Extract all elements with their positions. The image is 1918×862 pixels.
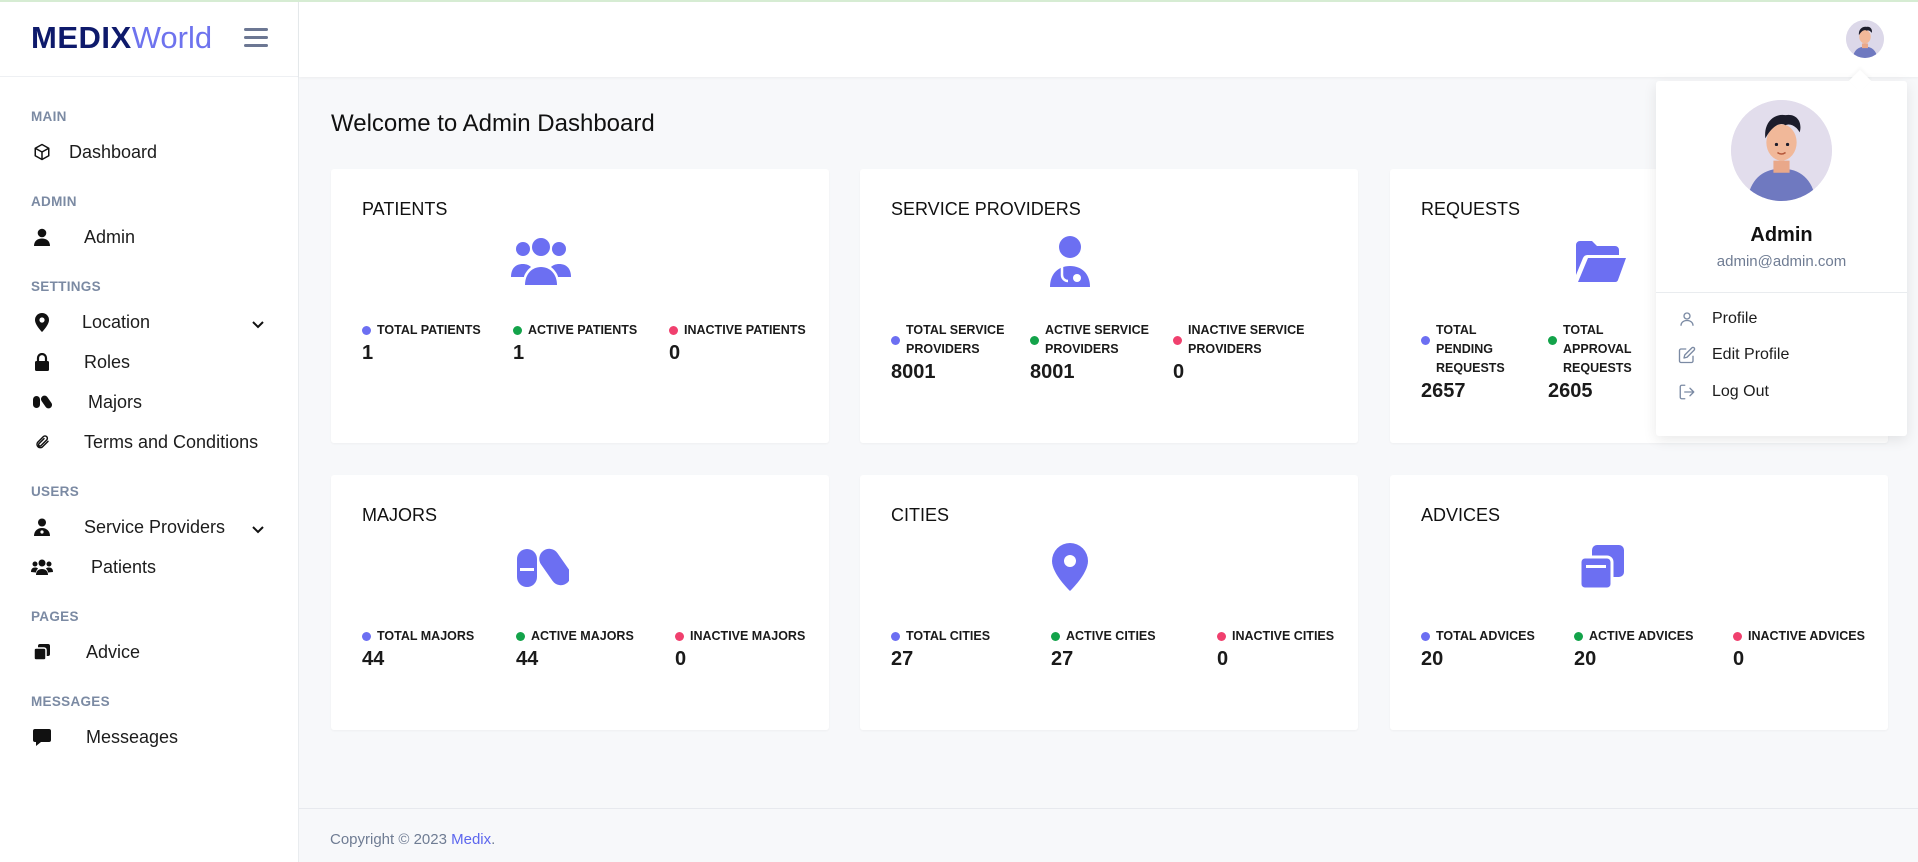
footer-link-medix[interactable]: Medix bbox=[451, 831, 491, 848]
edit-icon bbox=[1678, 346, 1698, 364]
card-title: REQUESTS bbox=[1421, 199, 1521, 219]
card-title: SERVICE PROVIDERS bbox=[891, 199, 1081, 219]
sidebar: MEDIX World MAIN Dashboard ADMIN Admin SE… bbox=[0, 0, 299, 862]
stat-active-service-providers: ACTIVE SERVICE PROVIDERS 8001 bbox=[1030, 323, 1149, 383]
pills-icon bbox=[515, 545, 575, 597]
cube-icon bbox=[31, 141, 53, 163]
pills-icon bbox=[31, 391, 53, 413]
top-accent-line bbox=[0, 0, 1918, 2]
sidebar-item-majors[interactable]: Majors bbox=[0, 382, 298, 422]
stat-total-advices: TOTAL ADVICES 20 bbox=[1421, 629, 1535, 670]
dropdown-item-label: Profile bbox=[1712, 310, 1758, 327]
profile-name: Admin bbox=[1750, 224, 1813, 246]
user-doctor-icon bbox=[1048, 235, 1108, 287]
section-pages: PAGES bbox=[31, 609, 79, 624]
section-settings: SETTINGS bbox=[31, 279, 101, 294]
sidebar-item-label: Dashboard bbox=[69, 141, 158, 162]
page-title: Welcome to Admin Dashboard bbox=[331, 110, 655, 137]
user-doctor-icon bbox=[31, 516, 53, 538]
logout-icon bbox=[1678, 383, 1698, 401]
sidebar-item-advice[interactable]: Advice bbox=[0, 632, 298, 672]
brand-light: World bbox=[131, 20, 213, 55]
sidebar-item-admin[interactable]: Admin bbox=[0, 217, 298, 257]
dropdown-item-edit-profile[interactable]: Edit Profile bbox=[1678, 340, 1888, 370]
profile-email: admin@admin.com bbox=[1716, 253, 1847, 270]
sidebar-item-label: Admin bbox=[84, 226, 136, 247]
dropdown-item-profile[interactable]: Profile bbox=[1678, 304, 1888, 334]
sidebar-item-label: Majors bbox=[88, 391, 143, 412]
profile-avatar bbox=[1731, 100, 1832, 201]
sidebar-item-label: Terms and Conditions bbox=[84, 431, 259, 452]
sidebar-menu: MAIN Dashboard ADMIN Admin SETTINGS Loca… bbox=[0, 77, 298, 757]
chevron-down-icon[interactable] bbox=[251, 519, 265, 540]
sidebar-item-messages[interactable]: Messeages bbox=[0, 717, 298, 757]
sidebar-item-location[interactable]: Location bbox=[0, 302, 298, 342]
dropdown-item-label: Log Out bbox=[1712, 383, 1769, 400]
stat-inactive-majors: INACTIVE MAJORS 0 bbox=[675, 629, 806, 670]
map-pin-icon bbox=[1052, 543, 1112, 595]
card-title: MAJORS bbox=[362, 505, 438, 525]
stat-total-patients: TOTAL PATIENTS 1 bbox=[362, 323, 481, 364]
card-patients: PATIENTS TOTAL PATIENTS 1 ACTIVE PATIENT… bbox=[331, 169, 829, 443]
sidebar-item-service-providers[interactable]: Service Providers bbox=[0, 507, 298, 547]
dropdown-item-label: Edit Profile bbox=[1712, 346, 1790, 363]
card-title: PATIENTS bbox=[362, 199, 448, 219]
message-icon bbox=[31, 726, 53, 748]
section-messages: MESSAGES bbox=[31, 694, 110, 709]
footer: Copyright © 2023 Medix. bbox=[299, 808, 1918, 862]
header-avatar[interactable] bbox=[1846, 20, 1884, 58]
sidebar-item-label: Messeages bbox=[86, 726, 179, 747]
sidebar-item-label: Advice bbox=[86, 641, 141, 662]
paperclip-icon bbox=[31, 431, 53, 453]
section-users: USERS bbox=[31, 484, 80, 499]
stat-inactive-advices: INACTIVE ADVICES 0 bbox=[1733, 629, 1865, 670]
user-outline-icon bbox=[1678, 310, 1698, 328]
stat-active-patients: ACTIVE PATIENTS 1 bbox=[513, 323, 638, 364]
stat-total-majors: TOTAL MAJORS 44 bbox=[362, 629, 475, 670]
card-majors: MAJORS TOTAL MAJORS 44 ACTIVE MAJORS 44 … bbox=[331, 475, 829, 730]
clone-icon bbox=[31, 641, 53, 663]
dropdown-item-logout[interactable]: Log Out bbox=[1678, 377, 1888, 407]
stat-total-cities: TOTAL CITIES 27 bbox=[891, 629, 991, 670]
section-admin: ADMIN bbox=[31, 194, 77, 209]
stat-inactive-service-providers: INACTIVE SERVICE PROVIDERS 0 bbox=[1173, 323, 1305, 383]
top-header bbox=[299, 0, 1918, 77]
stat-total-pending-requests: TOTAL PENDING REQUESTS 2657 bbox=[1421, 323, 1505, 402]
brand-bold: MEDIX bbox=[31, 20, 132, 55]
copyright-text: Copyright © 2023 Medix. bbox=[330, 831, 496, 848]
sidebar-item-roles[interactable]: Roles bbox=[0, 342, 298, 382]
sidebar-item-dashboard[interactable]: Dashboard bbox=[0, 132, 298, 172]
stat-inactive-patients: INACTIVE PATIENTS 0 bbox=[669, 323, 806, 364]
sidebar-item-terms[interactable]: Terms and Conditions bbox=[0, 422, 298, 462]
card-advices: ADVICES TOTAL ADVICES 20 ACTIVE ADVICES … bbox=[1390, 475, 1888, 730]
card-cities: CITIES TOTAL CITIES 27 ACTIVE CITIES 27 … bbox=[860, 475, 1358, 730]
sidebar-item-label: Service Providers bbox=[84, 516, 226, 537]
card-service-providers: SERVICE PROVIDERS TOTAL SERVICE PROVIDER… bbox=[860, 169, 1358, 443]
sidebar-item-label: Patients bbox=[91, 556, 157, 577]
stat-total-service-providers: TOTAL SERVICE PROVIDERS 8001 bbox=[891, 323, 1005, 383]
section-main: MAIN bbox=[31, 109, 67, 124]
card-title: CITIES bbox=[891, 505, 950, 525]
profile-dropdown: Admin admin@admin.com Profile Edit Profi… bbox=[1656, 69, 1907, 436]
sidebar-item-label: Location bbox=[82, 311, 151, 332]
users-icon bbox=[31, 556, 53, 578]
map-pin-icon bbox=[31, 311, 53, 333]
stat-active-majors: ACTIVE MAJORS 44 bbox=[516, 629, 634, 670]
divider bbox=[1656, 292, 1907, 293]
clone-icon bbox=[1578, 543, 1638, 595]
menu-toggle-icon[interactable] bbox=[244, 28, 268, 48]
stat-total-approval-requests: TOTAL APPROVAL REQUESTS 2605 bbox=[1548, 323, 1632, 402]
stat-inactive-cities: INACTIVE CITIES 0 bbox=[1217, 629, 1335, 670]
users-icon bbox=[511, 235, 571, 287]
chevron-down-icon[interactable] bbox=[251, 314, 265, 335]
stat-active-cities: ACTIVE CITIES 27 bbox=[1051, 629, 1156, 670]
user-icon bbox=[31, 226, 53, 248]
sidebar-item-label: Roles bbox=[84, 351, 131, 372]
lock-icon bbox=[31, 351, 53, 373]
folder-open-icon bbox=[1574, 239, 1634, 291]
card-title: ADVICES bbox=[1421, 505, 1501, 525]
stat-active-advices: ACTIVE ADVICES 20 bbox=[1574, 629, 1694, 670]
sidebar-item-patients[interactable]: Patients bbox=[0, 547, 298, 587]
